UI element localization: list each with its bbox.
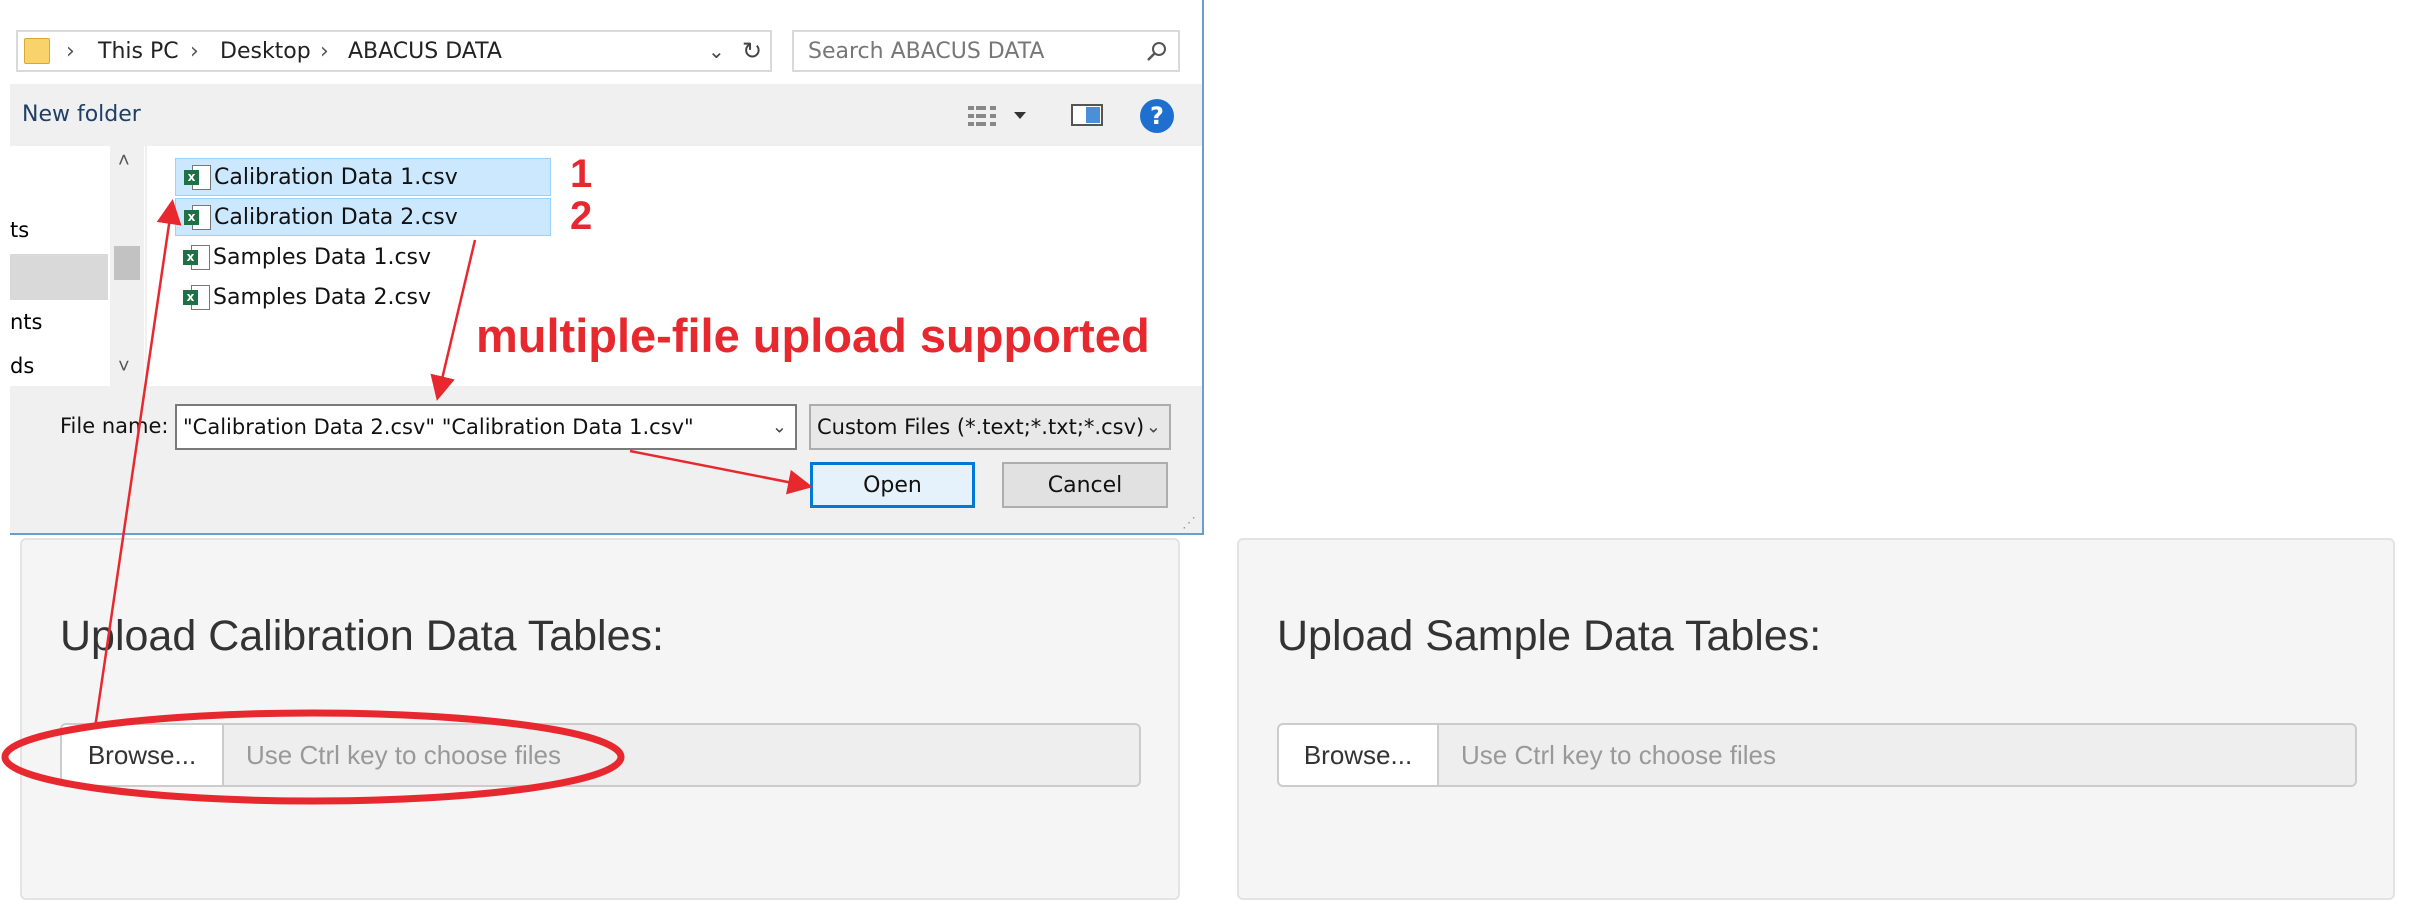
- annotation-arrow: [93, 199, 182, 729]
- annotation-arrow: [430, 239, 477, 401]
- annotation-arrow: [629, 449, 813, 495]
- annotation-ellipse: [1, 709, 625, 805]
- annotation-arrows: [1, 199, 813, 805]
